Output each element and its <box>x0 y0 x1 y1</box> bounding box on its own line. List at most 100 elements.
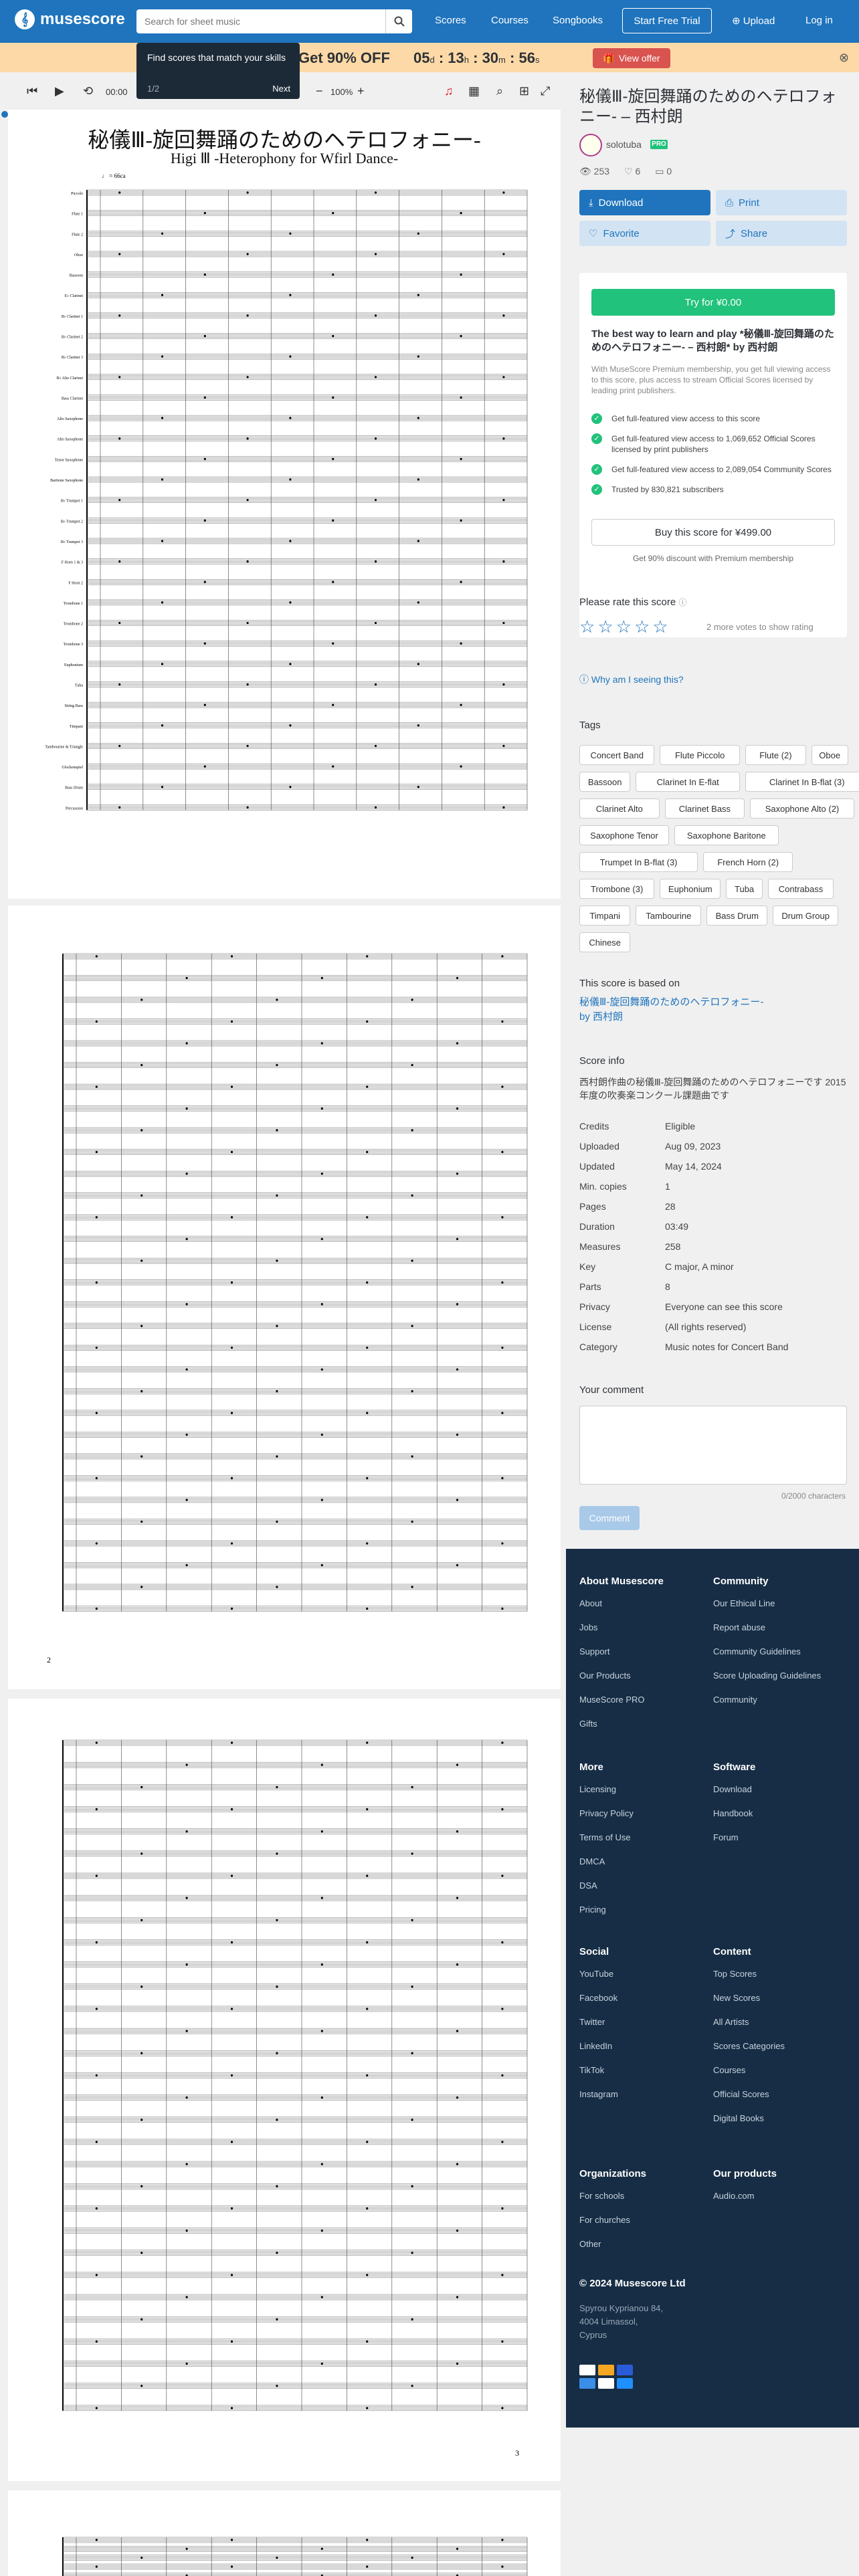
layout-icon[interactable]: ⊞ <box>519 84 529 98</box>
star-icon[interactable]: ☆ <box>616 617 632 637</box>
tag-item[interactable]: Flute (2) <box>745 745 806 765</box>
nav-link-scores[interactable]: Scores <box>435 15 466 26</box>
comment-submit-button[interactable]: Comment <box>579 1506 640 1530</box>
footer-link[interactable]: Licensing <box>579 1784 616 1794</box>
tag-item[interactable]: Trumpet In B-flat (3) <box>579 852 698 872</box>
tag-item[interactable]: Tambourine <box>636 905 702 926</box>
fullscreen-icon[interactable]: ⤢ <box>541 84 550 98</box>
footer-link[interactable]: For schools <box>579 2191 624 2201</box>
tag-item[interactable]: Saxophone Baritone <box>674 825 779 845</box>
footer-link[interactable]: For churches <box>579 2215 630 2225</box>
search-button[interactable] <box>385 9 412 33</box>
buy-score-button[interactable]: Buy this score for ¥499.00 <box>591 519 835 546</box>
footer-link[interactable]: Score Uploading Guidelines <box>713 1671 821 1681</box>
tag-item[interactable]: Trombone (3) <box>579 879 655 899</box>
search-zoom-icon[interactable]: ⌕ <box>496 84 503 98</box>
footer-link[interactable]: Pricing <box>579 1905 606 1915</box>
footer-link[interactable]: Top Scores <box>713 1969 757 1979</box>
footer-link[interactable]: Facebook <box>579 1993 617 2003</box>
rating-stars[interactable]: ☆ ☆ ☆ ☆ ☆ <box>579 617 668 637</box>
star-icon[interactable]: ☆ <box>634 617 650 637</box>
tooltip-next-button[interactable]: Next <box>272 84 290 94</box>
skip-back-icon[interactable]: ⏮ <box>27 84 37 98</box>
search-input[interactable] <box>136 9 385 33</box>
share-button[interactable]: ⤴ Share <box>716 221 847 246</box>
footer-link[interactable]: LinkedIn <box>579 2041 612 2051</box>
footer-link[interactable]: Official Scores <box>713 2089 769 2099</box>
footer-link[interactable]: Our Ethical Line <box>713 1598 775 1608</box>
tag-item[interactable]: Oboe <box>811 745 848 765</box>
nav-link-songbooks[interactable]: Songbooks <box>553 15 603 26</box>
tag-item[interactable]: Saxophone Tenor <box>579 825 669 845</box>
footer-link[interactable]: Community Guidelines <box>713 1646 801 1656</box>
footer-link[interactable]: Audio.com <box>713 2191 754 2201</box>
download-button[interactable]: ⤓ Download <box>579 190 710 215</box>
tag-item[interactable]: Saxophone Alto (2) <box>750 798 854 819</box>
footer-link[interactable]: Community <box>713 1695 757 1705</box>
tag-item[interactable]: Clarinet Alto <box>579 798 660 819</box>
tag-item[interactable]: Euphonium <box>660 879 721 899</box>
footer-link[interactable]: Courses <box>713 2065 745 2075</box>
footer-link[interactable]: All Artists <box>713 2017 749 2027</box>
footer-link[interactable]: Handbook <box>713 1808 753 1818</box>
based-on-link[interactable]: 秘儀Ⅲ-旋回舞踊のためのヘテロフォニー- by 西村朗 <box>579 995 767 1025</box>
footer-link[interactable]: Support <box>579 1646 610 1656</box>
tag-item[interactable]: Contrabass <box>768 879 834 899</box>
view-offer-button[interactable]: 🎁 View offer <box>593 48 670 68</box>
nav-link-courses[interactable]: Courses <box>491 15 529 26</box>
footer-link[interactable]: New Scores <box>713 1993 760 2003</box>
tag-item[interactable]: Tuba <box>726 879 763 899</box>
footer-link[interactable]: Other <box>579 2239 601 2249</box>
start-free-trial-button[interactable]: Start Free Trial <box>622 8 712 33</box>
star-icon[interactable]: ☆ <box>652 617 668 637</box>
tag-item[interactable]: Chinese <box>579 932 631 952</box>
tag-item[interactable]: Clarinet Bass <box>664 798 745 819</box>
footer-link[interactable]: DSA <box>579 1881 597 1891</box>
footer-link[interactable]: DMCA <box>579 1856 605 1866</box>
tag-item[interactable]: French Horn (2) <box>703 852 793 872</box>
author-link[interactable]: solotuba <box>606 139 642 150</box>
footer-link[interactable]: Jobs <box>579 1622 597 1632</box>
footer-link[interactable]: Terms of Use <box>579 1832 631 1842</box>
footer-link[interactable]: Scores Categories <box>713 2041 785 2051</box>
piano-keyboard-icon[interactable]: ▦ <box>468 84 480 98</box>
instrument-icon[interactable]: ♫ <box>444 84 454 98</box>
tag-item[interactable]: Drum Group <box>773 905 839 926</box>
login-link[interactable]: Log in <box>805 15 833 26</box>
footer-link[interactable]: Forum <box>713 1832 739 1842</box>
favorite-button[interactable]: ♡ Favorite <box>579 221 710 246</box>
play-icon[interactable]: ▶ <box>55 84 64 98</box>
upload-link[interactable]: ⊕ Upload <box>732 15 775 27</box>
footer-link[interactable]: About <box>579 1598 602 1608</box>
print-button[interactable]: ⎙ Print <box>716 190 847 215</box>
close-icon[interactable]: ⊗ <box>839 51 849 65</box>
star-icon[interactable]: ☆ <box>579 617 595 637</box>
footer-link[interactable]: Privacy Policy <box>579 1808 634 1818</box>
footer-link[interactable]: YouTube <box>579 1969 613 1979</box>
footer-link[interactable]: Gifts <box>579 1719 597 1729</box>
footer-link[interactable]: Instagram <box>579 2089 618 2099</box>
why-seeing-link[interactable]: ⓘ Why am I seeing this? <box>579 673 684 686</box>
tag-item[interactable]: Clarinet In B-flat (3) <box>745 772 859 792</box>
zoom-in-icon[interactable]: + <box>357 84 365 98</box>
star-icon[interactable]: ☆ <box>597 617 613 637</box>
tag-item[interactable]: Clarinet In E-flat <box>636 772 740 792</box>
loop-icon[interactable]: ⟲ <box>83 84 93 98</box>
comment-textarea[interactable] <box>579 1406 847 1485</box>
footer-link[interactable]: Download <box>713 1784 752 1794</box>
footer-link[interactable]: Digital Books <box>713 2113 764 2123</box>
tag-item[interactable]: Timpani <box>579 905 631 926</box>
tag-item[interactable]: Bassoon <box>579 772 631 792</box>
zoom-out-icon[interactable]: − <box>316 84 323 98</box>
tag-item[interactable]: Flute Piccolo <box>660 745 740 765</box>
try-free-button[interactable]: Try for ¥0.00 <box>591 289 835 316</box>
avatar[interactable] <box>579 134 602 156</box>
tag-item[interactable]: Bass Drum <box>706 905 768 926</box>
footer-link[interactable]: Our Products <box>579 1671 631 1681</box>
musescore-logo[interactable]: 𝄞 musescore <box>15 9 125 29</box>
footer-link[interactable]: Report abuse <box>713 1622 765 1632</box>
playback-progress-handle[interactable] <box>1 111 8 118</box>
footer-link[interactable]: TikTok <box>579 2065 604 2075</box>
footer-link[interactable]: Twitter <box>579 2017 605 2027</box>
footer-link[interactable]: MuseScore PRO <box>579 1695 645 1705</box>
